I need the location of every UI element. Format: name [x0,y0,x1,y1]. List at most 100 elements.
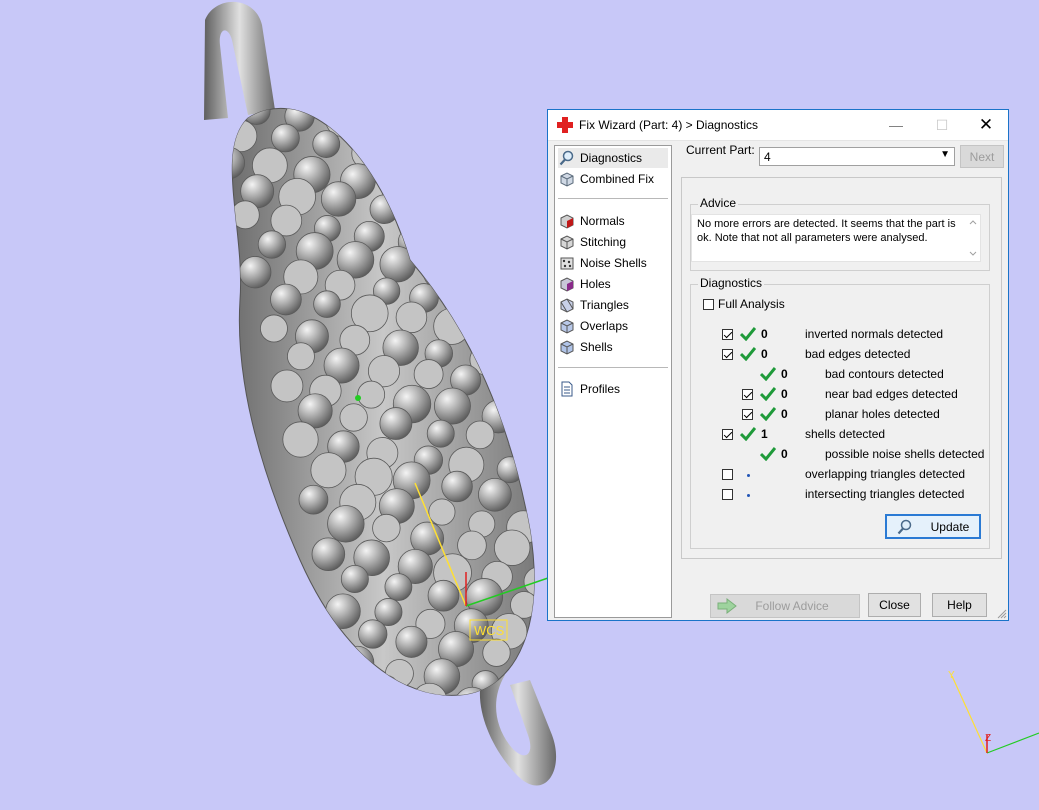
nav-label: Combined Fix [580,172,655,186]
arrow-right-icon [717,598,737,614]
checkmark-icon [760,447,776,461]
diagnostic-label: bad contours detected [825,367,944,381]
model-bump [412,682,448,696]
model-bump [480,314,512,346]
close-button[interactable]: Close [868,593,921,617]
model-bump [271,123,300,153]
nav-label: Triangles [580,298,629,312]
nav-item-holes[interactable]: Holes [558,274,611,294]
nav-label: Overlaps [580,319,629,333]
model-bump [426,419,455,448]
holes-cube-icon [558,275,576,293]
nav-item-stitching[interactable]: Stitching [558,232,626,252]
model-bump [238,256,272,289]
diagnostic-checkbox[interactable] [722,329,733,340]
nav-label: Holes [580,277,611,291]
model-bump [270,369,304,403]
next-button[interactable]: Next [960,145,1004,168]
model-bottom-ring [479,670,557,786]
diagnostic-label: planar holes detected [825,407,940,421]
model-bump [320,181,357,217]
model-bump [379,407,413,440]
update-button[interactable]: Update [885,514,981,539]
model-top-ring [204,1,275,120]
full-analysis-checkbox[interactable] [703,299,714,310]
model-bump [433,307,471,345]
model-bump [434,145,468,178]
model-bump [260,314,288,343]
red-cross-icon [557,117,573,133]
checkmark-icon [740,427,756,441]
model-bump [496,291,528,323]
maximize-button[interactable]: ☐ [919,110,965,140]
model-bump [449,288,484,323]
advice-scrollbar[interactable] [966,215,980,261]
model-bump [433,387,471,425]
model-bump [379,246,416,283]
help-button[interactable]: Help [932,593,987,617]
noise-shells-icon [558,254,576,272]
not-analysed-dot-icon [747,474,750,477]
model-bump [312,130,341,158]
fix-wizard-dialog: Fix Wizard (Part: 4) > Diagnostics — ☐ ✕… [547,109,1009,621]
model-bump [508,427,535,456]
model-bump [427,579,460,612]
nav-item-profiles[interactable]: Profiles [558,379,620,399]
nav-item-overlaps[interactable]: Overlaps [558,316,628,336]
diagnostic-count: 0 [761,347,768,361]
current-part-select[interactable]: 4 ▼ [759,147,955,166]
advice-text-box: No more errors are detected. It seems th… [691,214,981,262]
model-bump [382,166,413,198]
diagnostic-checkbox[interactable] [722,469,733,480]
diagnostic-checkbox[interactable] [722,349,733,360]
nav-item-diagnostics[interactable]: Diagnostics [558,148,668,168]
model-bump [445,121,484,160]
nav-item-normals[interactable]: Normals [558,211,625,231]
diagnostic-count: 0 [781,367,788,381]
model-bump [462,253,501,292]
diagnostic-label: overlapping triangles detected [805,467,966,481]
nav-item-shells[interactable]: Shells [558,337,613,357]
advice-text: No more errors are detected. It seems th… [697,218,956,244]
window-title: Fix Wizard (Part: 4) > Diagnostics [579,118,759,132]
title-bar[interactable]: Fix Wizard (Part: 4) > Diagnostics — ☐ ✕ [548,110,1008,141]
overlaps-cube-icon [558,317,576,335]
close-window-button[interactable]: ✕ [963,110,1009,140]
diagnostic-label: possible noise shells detected [825,447,985,461]
model-bump [232,146,246,180]
model-bump [298,484,329,515]
cube-icon [558,170,576,188]
nav-item-triangles[interactable]: Triangles [558,295,629,315]
triad-y-label: Y [948,670,955,681]
model-bump [327,505,365,543]
model-bump [313,290,341,318]
diagnostic-checkbox[interactable] [722,489,733,500]
follow-advice-label: Follow Advice [755,599,829,613]
nav-item-combined-fix[interactable]: Combined Fix [558,169,654,189]
model-bump [441,470,473,503]
minimize-button[interactable]: — [873,110,919,140]
document-icon [558,380,576,398]
nav-label: Shells [580,340,613,354]
wizard-nav: Diagnostics Combined Fix Normals Stitchi… [554,145,672,618]
diagnostic-checkbox[interactable] [742,409,753,420]
diagnostic-checkbox[interactable] [742,389,753,400]
magnifier-icon [558,149,576,167]
nav-item-noise-shells[interactable]: Noise Shells [558,253,647,273]
model-bump [358,619,388,649]
model-bump [651,659,687,695]
nav-label: Profiles [580,382,621,396]
stitching-cube-icon [558,233,576,251]
resize-grip-icon[interactable] [997,609,1007,619]
model-bump [578,628,612,662]
diagnostic-checkbox[interactable] [722,429,733,440]
model-bump [591,684,624,717]
model-bump [474,150,510,186]
nav-label: Stitching [580,235,627,249]
model-bump [339,403,368,432]
follow-advice-button[interactable]: Follow Advice [710,594,860,618]
shells-cube-icon [558,338,576,356]
model-bump [495,371,529,405]
diagnostic-count: 0 [781,387,788,401]
advice-title: Advice [698,196,739,210]
